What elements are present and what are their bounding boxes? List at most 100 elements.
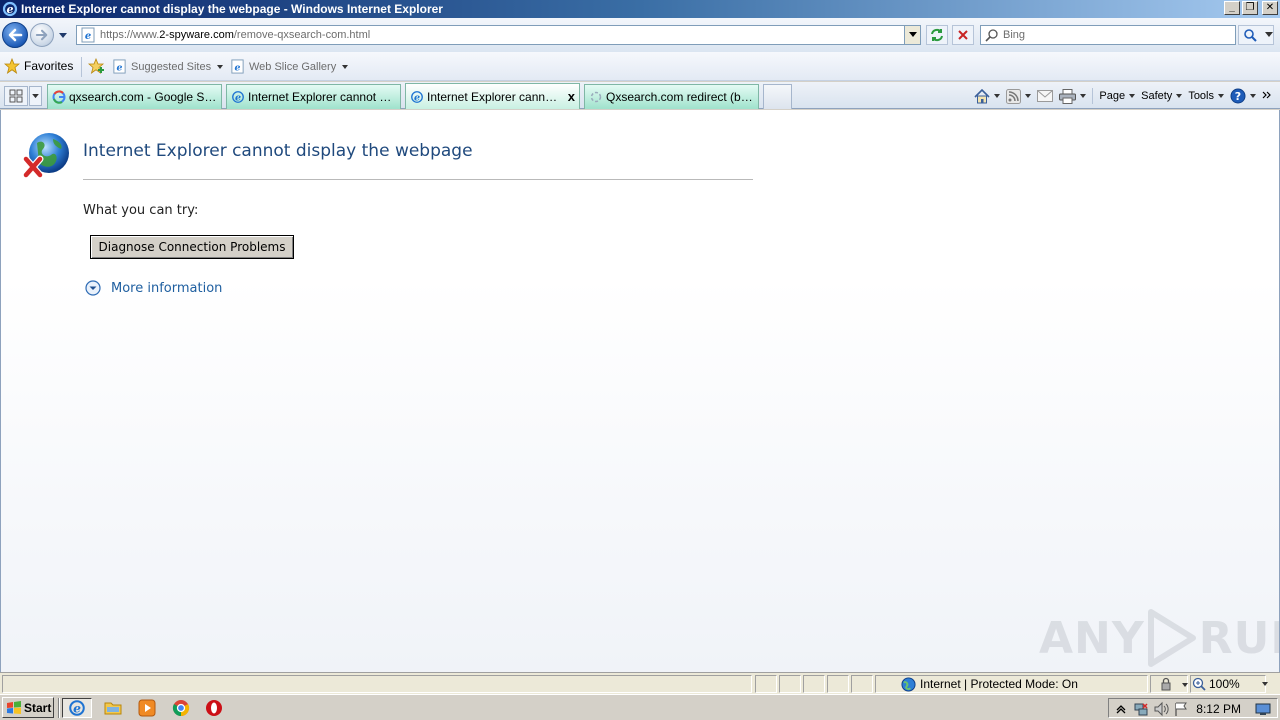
chevron-down-icon[interactable] [1265,32,1273,38]
close-button[interactable]: ✕ [1262,1,1278,15]
page-content: Internet Explorer cannot display the web… [0,110,1280,672]
action-center-flag-icon[interactable] [1173,701,1189,717]
read-mail-button[interactable] [1037,90,1054,102]
ie-page-icon: e [232,91,244,104]
ie-page-icon: e [231,59,244,74]
tab-google-search[interactable]: qxsearch.com - Google Search [47,84,222,109]
stop-button[interactable] [952,25,974,45]
address-url[interactable]: https://www.2-spyware.com/remove-qxsearc… [100,29,370,41]
stop-x-icon [958,30,968,40]
more-information-toggle[interactable]: More information [85,280,222,296]
favorites-button[interactable]: Favorites [4,58,73,74]
show-desktop-icon[interactable] [1255,701,1271,717]
new-tab-button[interactable] [763,84,792,109]
chevron-down-icon[interactable] [1261,682,1268,686]
chevron-down-icon [1176,94,1183,98]
taskbar-ie-button[interactable]: e [62,698,92,718]
clock[interactable]: 8:12 PM [1196,702,1241,716]
taskbar-opera-button[interactable] [203,698,225,718]
start-label: Start [24,700,52,715]
loading-icon [590,91,602,103]
folder-icon [104,702,122,715]
refresh-button[interactable] [926,25,948,45]
suggested-sites-link[interactable]: e Suggested Sites [112,59,224,74]
chevron-down-icon [1218,94,1224,98]
safety-menu-button[interactable]: Safety [1141,90,1183,102]
network-icon[interactable] [1133,701,1149,717]
tools-menu-label: Tools [1188,90,1214,102]
status-pane [779,675,801,693]
window-title-bar: e Internet Explorer cannot display the w… [0,0,1280,18]
feeds-button[interactable] [1006,88,1032,104]
status-pane [803,675,825,693]
taskbar-chrome-button[interactable] [170,698,192,718]
tab-qxsearch-redirect[interactable]: Qxsearch.com redirect (bro... [584,84,759,109]
google-icon [52,90,66,104]
forward-button[interactable] [30,23,54,47]
svg-text:e: e [85,31,91,42]
volume-icon[interactable] [1153,701,1169,717]
web-slice-gallery-label: Web Slice Gallery [249,60,337,73]
more-commands-chevron[interactable] [1262,91,1272,101]
address-bar[interactable]: e https://www.2-spyware.com/remove-qxsea… [76,25,921,45]
lock-shield-icon [1161,677,1171,691]
search-placeholder: Bing [1003,29,1026,41]
search-go-button[interactable] [1238,25,1274,45]
search-icon [1244,29,1257,42]
back-button[interactable] [2,22,28,48]
taskbar-explorer-button[interactable] [102,698,124,718]
status-text-pane [2,675,752,693]
ie-logo-icon: e [69,700,85,716]
search-box[interactable]: Bing [980,25,1236,45]
status-bar: Internet | Protected Mode: On 100% [0,672,1280,694]
tab-ie-error-active[interactable]: e Internet Explorer cannot... x [405,83,580,109]
home-button[interactable] [974,88,1001,104]
address-dropdown-button[interactable] [904,26,920,44]
quick-tabs-icon [9,89,23,103]
quick-tabs-button[interactable] [4,86,28,106]
tab-ie-error-1[interactable]: e Internet Explorer cannot dis... [226,84,401,109]
status-pane [851,675,873,693]
chevron-down-icon [1182,683,1188,687]
close-tab-icon[interactable]: x [568,89,575,104]
command-divider [1092,88,1094,104]
print-button[interactable] [1059,88,1087,104]
tray-expand-icon[interactable] [1113,701,1129,717]
help-button[interactable]: ? [1230,88,1256,104]
security-zone[interactable]: Internet | Protected Mode: On [899,675,1078,693]
search-icon [985,29,998,42]
minimize-button[interactable]: _ [1224,1,1240,15]
svg-text:e: e [73,701,81,716]
ie-page-icon: e [411,90,423,103]
chevron-down-icon [217,64,224,69]
chevron-down-icon [1025,94,1032,98]
tab-list-button[interactable] [29,86,42,106]
maximize-button[interactable]: ❐ [1242,1,1258,15]
page-menu-button[interactable]: Page [1099,90,1136,102]
tab-label: qxsearch.com - Google Search [69,90,217,104]
start-button[interactable]: Start [2,697,54,718]
svg-text:e: e [7,3,14,16]
chevron-down-icon [1250,94,1256,98]
arrow-left-icon [8,28,23,42]
favorites-bar: Favorites e Suggested Sites e Web Slice … [0,52,1280,81]
what-you-can-try-label: What you can try: [83,203,199,218]
tab-label: Qxsearch.com redirect (bro... [606,90,754,104]
zoom-level[interactable]: 100% [1192,675,1268,693]
web-slice-gallery-link[interactable]: e Web Slice Gallery [230,59,349,74]
taskbar: Start e 8:12 PM [0,694,1280,720]
opera-icon [206,700,222,716]
ie-logo-icon: e [2,1,18,17]
taskbar-media-player-button[interactable] [136,698,158,718]
chevron-down-icon [32,93,39,98]
windows-flag-icon [7,700,21,714]
add-to-favorites-bar-button[interactable] [88,58,106,74]
diagnose-connection-problems-button[interactable]: Diagnose Connection Problems [90,235,294,259]
favorites-divider [81,57,82,77]
history-dropdown-icon[interactable] [58,30,68,40]
protected-mode-pane[interactable] [1150,675,1188,693]
refresh-icon [931,28,943,42]
suggested-sites-label: Suggested Sites [131,60,212,73]
tools-menu-button[interactable]: Tools [1188,90,1224,102]
more-information-link[interactable]: More information [111,281,222,296]
